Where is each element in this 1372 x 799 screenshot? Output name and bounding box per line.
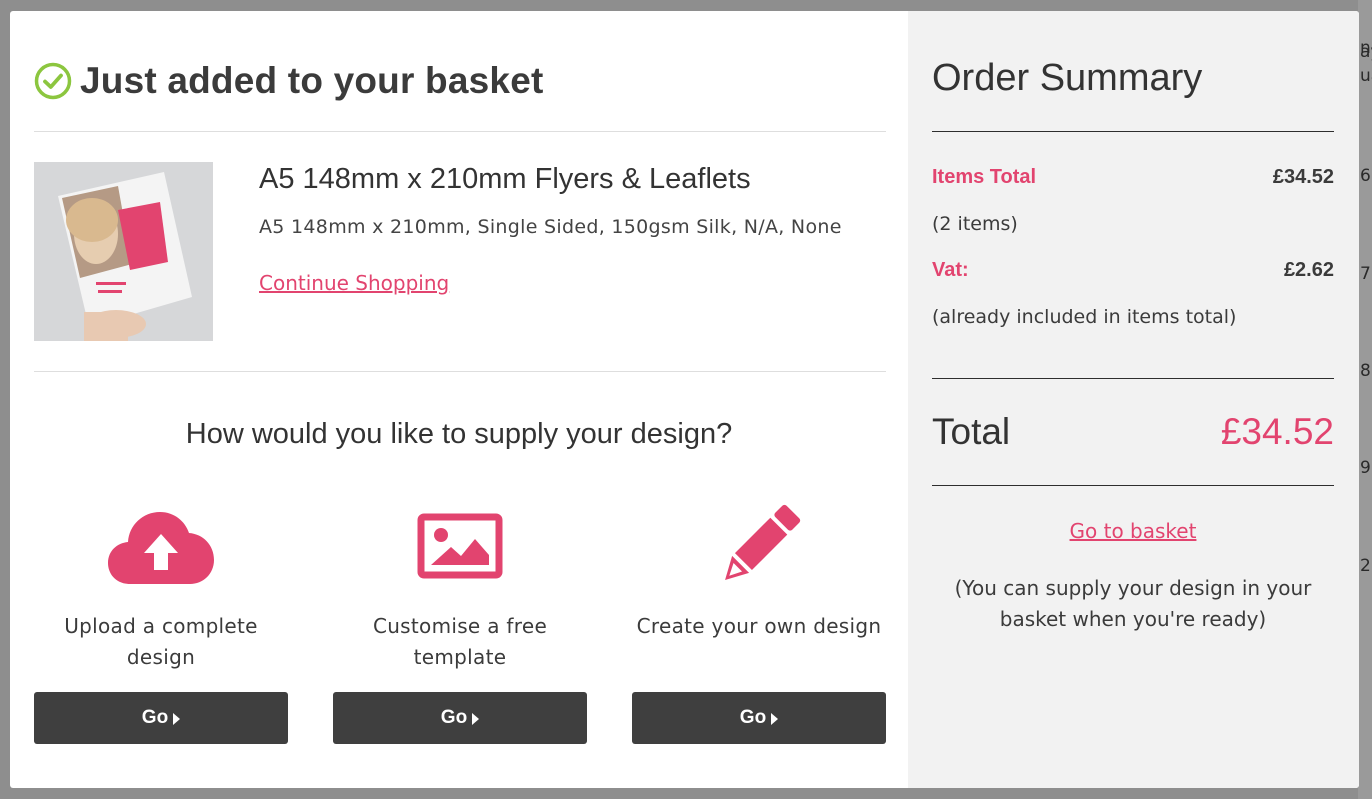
added-header: Just added to your basket <box>34 59 544 103</box>
backdrop-text: 9 <box>1360 458 1371 478</box>
pencil-icon <box>725 504 801 580</box>
backdrop-text: 7 <box>1360 264 1371 284</box>
basket-note: (You can supply your design in your bask… <box>954 576 1312 631</box>
backdrop-text: ua <box>1360 66 1372 86</box>
backdrop-text: 6 <box>1360 166 1371 186</box>
page-backdrop <box>1358 0 1372 799</box>
vat-value: £2.62 <box>1283 259 1334 281</box>
backdrop-text: ay <box>1360 42 1372 62</box>
total-label: Total <box>932 411 1011 452</box>
added-pane: Just added to your basket A5 148mm x 210… <box>10 11 908 788</box>
product-thumbnail <box>34 162 213 341</box>
summary-divider <box>932 485 1334 486</box>
supply-heading: How would you like to supply your design… <box>185 418 733 450</box>
option-upload: Upload a complete design <box>34 491 288 681</box>
items-total-label: Items Total <box>932 166 1037 188</box>
option-label: Upload a complete design <box>64 614 258 669</box>
upload-go-button[interactable]: Go <box>34 692 288 744</box>
go-label: Go <box>739 707 767 728</box>
product-title: A5 148mm x 210mm Flyers & Leaflets <box>259 163 751 195</box>
go-label: Go <box>141 707 169 728</box>
backdrop-text: 8 <box>1360 361 1371 381</box>
go-to-basket-link[interactable]: Go to basket <box>932 519 1334 543</box>
caret-right-icon <box>472 712 480 725</box>
option-label: Create your own design <box>636 614 882 638</box>
backdrop-text: 21 <box>1360 556 1372 576</box>
summary-title: Order Summary <box>932 57 1203 99</box>
caret-right-icon <box>771 712 779 725</box>
divider <box>34 371 886 372</box>
vat-row: Vat: £2.62 <box>932 259 1334 282</box>
continue-shopping-link[interactable]: Continue Shopping <box>259 271 449 295</box>
items-count: (2 items) <box>932 213 1018 235</box>
items-total-row: Items Total £34.52 <box>932 166 1334 189</box>
order-summary-pane: Order Summary Items Total £34.52 (2 item… <box>908 11 1359 788</box>
vat-label: Vat: <box>932 259 969 281</box>
summary-divider <box>932 131 1334 132</box>
added-title: Just added to your basket <box>80 60 544 101</box>
divider <box>34 131 886 132</box>
total-row: Total £34.52 <box>932 411 1334 453</box>
option-template: Customise a free template <box>333 491 587 681</box>
summary-divider <box>932 378 1334 379</box>
product-spec: A5 148mm x 210mm, Single Sided, 150gsm S… <box>259 216 842 238</box>
option-label: Customise a free template <box>372 614 548 669</box>
go-label: Go <box>440 707 468 728</box>
check-circle-icon <box>34 62 72 100</box>
total-value: £34.52 <box>1220 411 1334 452</box>
basket-modal: Just added to your basket A5 148mm x 210… <box>10 11 1359 788</box>
cloud-upload-icon <box>108 512 214 584</box>
option-create: Create your own design <box>632 491 886 681</box>
items-total-value: £34.52 <box>1272 166 1334 188</box>
image-icon <box>417 513 503 579</box>
vat-note: (already included in items total) <box>932 306 1237 328</box>
caret-right-icon <box>173 712 181 725</box>
create-go-button[interactable]: Go <box>632 692 886 744</box>
template-go-button[interactable]: Go <box>333 692 587 744</box>
